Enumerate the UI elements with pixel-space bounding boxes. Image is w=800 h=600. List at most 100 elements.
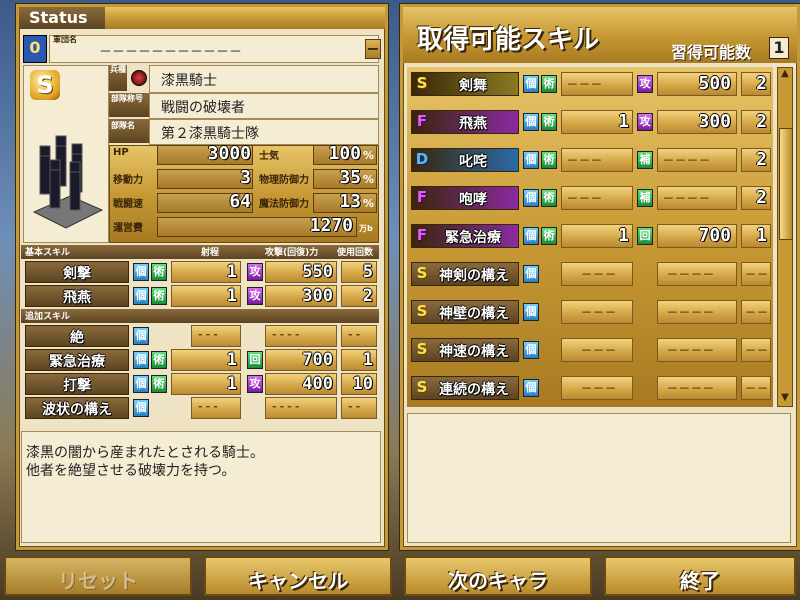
- skill-range: 1: [618, 225, 629, 246]
- skill-uses: －－: [745, 306, 769, 319]
- scrollbar[interactable]: ▲ ▼: [777, 67, 793, 407]
- skill-range: －－－: [581, 382, 617, 395]
- acquirable-skill-row[interactable]: S 連続の構え 個 －－－ －－－－ －－: [411, 375, 773, 401]
- acquirable-skill-row[interactable]: S 神壁の構え 個 －－－ －－－－ －－: [411, 299, 773, 325]
- scroll-thumb[interactable]: [779, 128, 793, 240]
- skill-uses: 2: [756, 73, 767, 94]
- basic-skill-row[interactable]: 剣撃 個 術 1 攻 550 5: [21, 261, 379, 283]
- class-icon: [131, 70, 147, 86]
- learnable-label: 習得可能数: [671, 43, 752, 62]
- skill-range: －－－: [567, 78, 603, 91]
- skill-name: 飛燕: [63, 290, 91, 306]
- description-line: 漆黒の闇から産まれたとされる騎士。: [26, 445, 264, 461]
- acquirable-skill-row[interactable]: S 神剣の構え 個 －－－ －－－－ －－: [411, 261, 773, 287]
- tactic-tag-icon: 術: [541, 75, 557, 93]
- stat-label: 物理防御力: [259, 175, 309, 186]
- skill-power: 700: [302, 350, 333, 370]
- retaliate-tag-icon: 個: [523, 151, 539, 169]
- reset-label: リセット: [58, 569, 138, 593]
- skill-name: 叱咤: [459, 154, 487, 170]
- skill-power: －－－－: [667, 382, 715, 395]
- scroll-down-icon[interactable]: ▼: [778, 392, 792, 406]
- extra-skill-row[interactable]: 打撃 個 術 1 攻 400 10: [21, 373, 379, 395]
- attack-type-icon: 攻: [247, 287, 263, 305]
- skill-power: 400: [302, 374, 333, 394]
- status-title: Status: [19, 7, 105, 29]
- stat-value: 100: [328, 143, 361, 164]
- skill-uses: 2: [756, 149, 767, 170]
- col-range: 射程: [201, 248, 220, 258]
- acquirable-skill-row[interactable]: S S 剣舞 個 術 －－－ 攻 500 2: [411, 71, 773, 97]
- skill-range: 1: [226, 374, 237, 394]
- retaliate-tag-icon: 個: [133, 399, 149, 417]
- stat-value: 3000: [207, 143, 251, 164]
- skill-power: －－－－: [663, 192, 711, 205]
- black-knight-unit-icon: [32, 135, 104, 229]
- skill-power: 300: [302, 286, 333, 306]
- extra-skill-header: 追加スキル: [25, 312, 71, 322]
- cancel-button[interactable]: キャンセル: [204, 556, 392, 596]
- extra-skill-row[interactable]: 波状の構え 個 --- ---- --: [21, 397, 379, 419]
- learnable-count: 1: [769, 37, 789, 59]
- acquirable-skill-row[interactable]: S 神速の構え 個 －－－ －－－－ －－: [411, 337, 773, 363]
- attack-type-icon: 攻: [247, 375, 263, 393]
- skill-range: －－－: [581, 344, 617, 357]
- support-type-icon: 補: [637, 189, 653, 207]
- skill-name: 神剣の構え: [439, 268, 509, 284]
- basic-skill-row[interactable]: 飛燕 個 術 1 攻 300 2: [21, 285, 379, 307]
- retaliate-tag-icon: 個: [523, 303, 539, 321]
- stat-unit: %: [363, 149, 375, 162]
- army-emblem-icon: 0: [23, 35, 47, 63]
- retaliate-tag-icon: 個: [523, 379, 539, 397]
- skill-uses: 2: [756, 111, 767, 132]
- skill-range: －－－: [567, 154, 603, 167]
- skill-name: 絶: [70, 330, 84, 346]
- skill-uses: 2: [362, 286, 373, 306]
- next-character-button[interactable]: 次のキャラ: [404, 556, 592, 596]
- extra-skill-row[interactable]: 緊急治療 個 術 1 回 700 1: [21, 349, 379, 371]
- skill-uses: －－: [745, 268, 769, 281]
- skill-name: 連続の構え: [439, 382, 509, 398]
- rank-badge-icon: S: [30, 70, 60, 100]
- end-button[interactable]: 終了: [604, 556, 796, 596]
- acquirable-skill-row[interactable]: F 緊急治療 個 術 1 回 700 1: [411, 223, 773, 249]
- skill-name: 剣舞: [459, 78, 487, 94]
- scroll-up-icon[interactable]: ▲: [778, 68, 792, 82]
- skill-power: 550: [302, 262, 333, 282]
- skill-name: 剣撃: [63, 266, 91, 282]
- col-power: 攻撃(回復)力: [265, 248, 319, 258]
- skill-rank: S: [416, 74, 428, 92]
- stat-label: 運営費: [113, 223, 143, 234]
- skill-range: －－－: [581, 306, 617, 319]
- unit-name-value: 第２漆黒騎士隊: [161, 126, 259, 142]
- retaliate-tag-icon: 個: [523, 341, 539, 359]
- col-uses: 使用回数: [337, 248, 374, 258]
- acquirable-skills-panel: 取得可能スキル 習得可能数 1 ▲ ▼ S S 剣舞 個 術 －－－ 攻 500…: [400, 4, 800, 550]
- class-label: 兵種: [109, 65, 127, 91]
- next-character-label: 次のキャラ: [448, 569, 548, 593]
- skill-range: 1: [226, 286, 237, 306]
- tactic-tag-icon: 術: [151, 263, 167, 281]
- acquirable-skill-row[interactable]: F 飛燕 個 術 1 攻 300 2: [411, 109, 773, 135]
- stat-value: 1270: [309, 215, 353, 236]
- attack-type-icon: 攻: [637, 113, 653, 131]
- attack-type-icon: 攻: [637, 75, 653, 93]
- extra-skill-row[interactable]: 絶 個 --- ---- --: [21, 325, 379, 347]
- skill-range: 1: [618, 111, 629, 132]
- retaliate-tag-icon: 個: [133, 327, 149, 345]
- retaliate-tag-icon: 個: [133, 287, 149, 305]
- portrait-frame: S: [23, 65, 109, 243]
- army-select-button[interactable]: −: [365, 39, 381, 59]
- acquirable-skill-row[interactable]: F 咆哮 個 術 －－－ 補 －－－－ 2: [411, 185, 773, 211]
- reset-button[interactable]: リセット: [4, 556, 192, 596]
- skill-power: －－－－: [667, 344, 715, 357]
- skill-power: －－－－: [667, 306, 715, 319]
- retaliate-tag-icon: 個: [523, 265, 539, 283]
- retaliate-tag-icon: 個: [523, 227, 539, 245]
- skill-power: －－－－: [663, 154, 711, 167]
- skill-name: 打撃: [63, 378, 91, 394]
- unit-title-value: 戦闘の破壊者: [161, 100, 245, 116]
- acquirable-skill-row[interactable]: D 叱咤 個 術 －－－ 補 －－－－ 2: [411, 147, 773, 173]
- skill-power: 500: [698, 73, 731, 94]
- skill-name: 飛燕: [459, 116, 487, 132]
